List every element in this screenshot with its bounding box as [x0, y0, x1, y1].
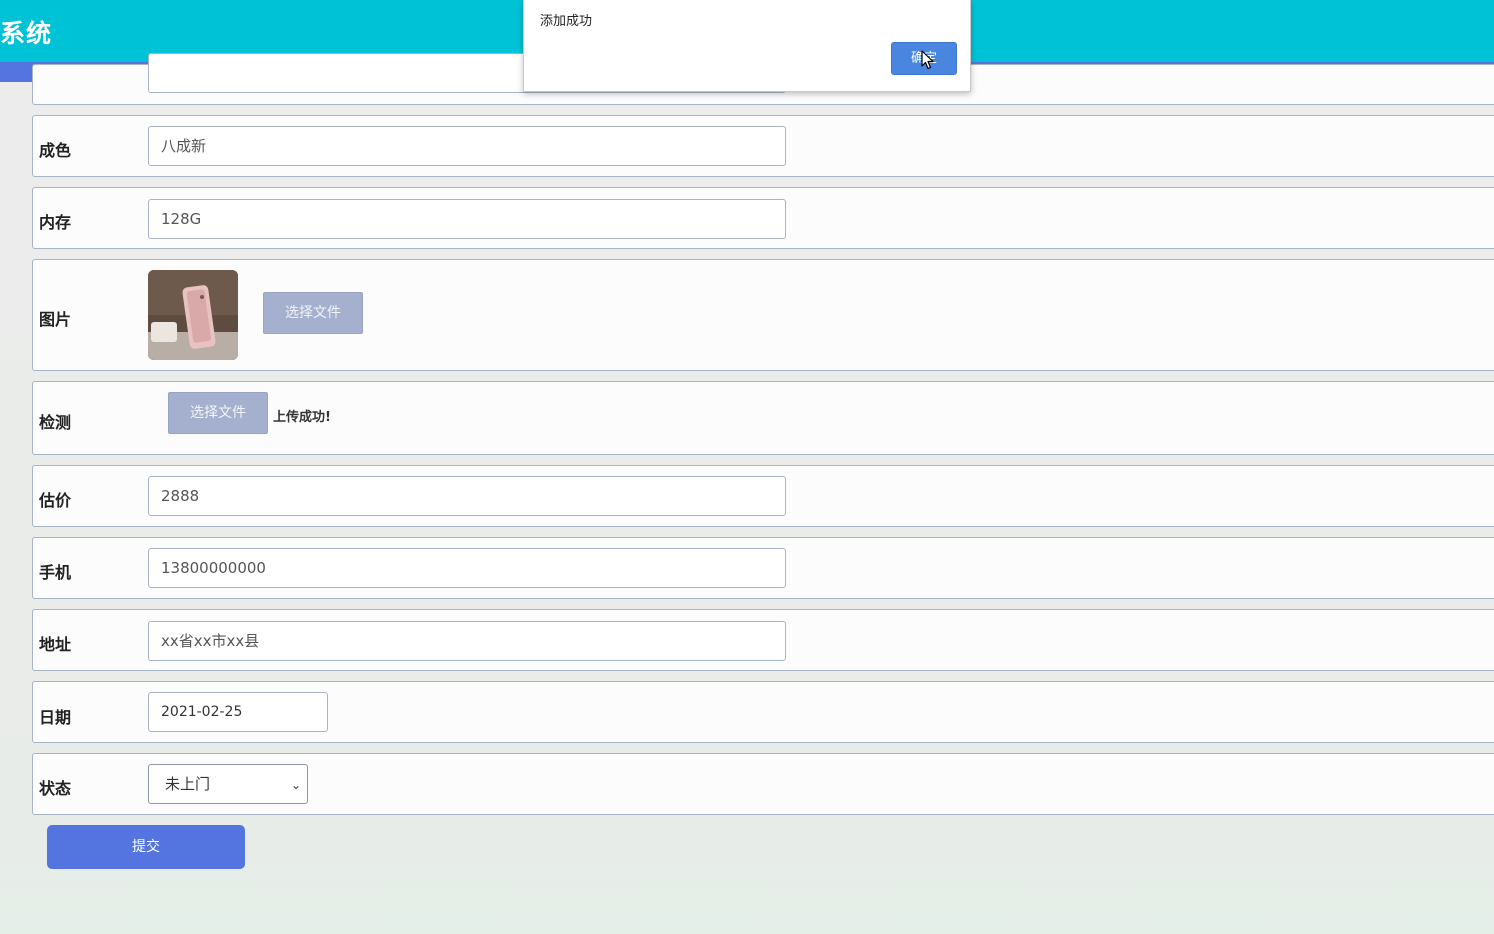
- mouse-pointer-icon: [921, 50, 934, 70]
- status-label: 状态: [39, 779, 72, 798]
- phone-photo: [148, 270, 238, 360]
- address-input[interactable]: xx省xx市xx县: [148, 621, 786, 661]
- condition-input[interactable]: 八成新: [148, 126, 786, 166]
- alert-dialog: 添加成功 确定: [523, 0, 971, 92]
- price-label: 估价: [39, 491, 72, 510]
- form-row-price: 估价 2888: [32, 465, 1494, 527]
- dialog-message: 添加成功: [540, 14, 593, 29]
- form-row-condition: 成色 八成新: [32, 115, 1494, 177]
- phone-input[interactable]: 13800000000: [148, 548, 786, 588]
- address-label: 地址: [39, 635, 72, 654]
- price-input[interactable]: 2888: [148, 476, 786, 516]
- form-row-status: 状态 未上门 ⌄: [32, 753, 1494, 815]
- submit-button[interactable]: 提交: [47, 825, 245, 869]
- form-row-phone: 手机 13800000000: [32, 537, 1494, 599]
- status-selected-value: 未上门: [165, 775, 211, 793]
- date-input[interactable]: 2021-02-25: [148, 692, 328, 732]
- inspection-choose-file-button[interactable]: 选择文件: [168, 392, 268, 434]
- form-row-address: 地址 xx省xx市xx县: [32, 609, 1494, 671]
- phone-label: 手机: [39, 563, 72, 582]
- memory-input[interactable]: 128G: [148, 199, 786, 239]
- inspection-label: 检测: [39, 413, 72, 432]
- app-title: 系统: [0, 19, 53, 48]
- form-row-memory: 内存 128G: [32, 187, 1494, 249]
- product-thumbnail: [148, 270, 238, 360]
- chevron-down-icon: ⌄: [290, 778, 301, 792]
- form-row-date: 日期 2021-02-25: [32, 681, 1494, 743]
- condition-label: 成色: [39, 141, 72, 160]
- form-row-image: 图片 选择文件: [32, 259, 1494, 371]
- upload-status: 上传成功!: [273, 410, 331, 425]
- date-label: 日期: [39, 708, 72, 727]
- status-select[interactable]: 未上门 ⌄: [148, 764, 308, 804]
- memory-label: 内存: [39, 213, 72, 232]
- image-label: 图片: [39, 310, 72, 329]
- form-row-inspection: 检测 选择文件 上传成功!: [32, 381, 1494, 455]
- image-choose-file-button[interactable]: 选择文件: [263, 292, 363, 334]
